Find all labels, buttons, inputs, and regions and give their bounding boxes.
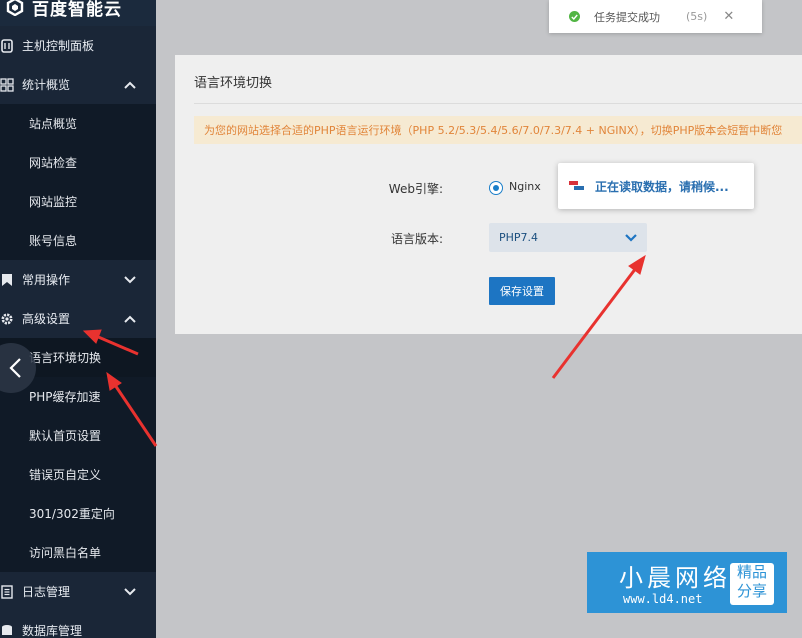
chevron-down-icon — [625, 233, 637, 242]
list-icon — [0, 584, 14, 599]
check-circle-icon — [569, 11, 580, 22]
page-title: 语言环境切换 — [194, 76, 273, 91]
nginx-radio[interactable] — [489, 181, 503, 195]
sidebar-item-common-ops[interactable]: 常用操作 — [0, 260, 156, 299]
watermark-url: www.ld4.net — [623, 592, 703, 606]
sidebar-item-error-page[interactable]: 错误页自定义 — [0, 455, 156, 494]
sidebar-item-access-list[interactable]: 访问黑白名单 — [0, 533, 156, 572]
sidebar-item-site-overview[interactable]: 站点概览 — [0, 104, 156, 143]
watermark: 小晨网络 www.ld4.net 精品 分享 — [587, 552, 787, 613]
sidebar: 百度智能云 主机控制面板 统计概览 站点概览 网站检查 网站监控 账号信息 常用… — [0, 0, 156, 638]
toast-countdown: (5s) — [686, 10, 708, 23]
chevron-down-icon[interactable] — [118, 585, 142, 599]
sidebar-item-site-check[interactable]: 网站检查 — [0, 143, 156, 182]
sidebar-item-label: 数据库管理 — [22, 624, 83, 638]
sidebar-item-label: 日志管理 — [22, 585, 71, 599]
loading-popup: 正在读取数据，请稍候... — [558, 163, 754, 209]
web-engine-label: Web引擎: — [388, 182, 443, 196]
sidebar-item-label: 301/302重定向 — [29, 507, 115, 521]
language-version-value: PHP7.4 — [499, 231, 539, 244]
watermark-tag-line: 分享 — [736, 582, 767, 600]
brand[interactable]: 百度智能云 — [0, 0, 156, 20]
sidebar-item-label: 错误页自定义 — [29, 468, 102, 482]
language-version-select[interactable]: PHP7.4 — [489, 223, 647, 252]
notice-banner: 为您的网站选择合适的PHP语言运行环境（PHP 5.2/5.3/5.4/5.6/… — [194, 116, 802, 144]
close-icon[interactable]: ✕ — [723, 9, 734, 24]
sidebar-item-label: 站点概览 — [29, 117, 78, 131]
sidebar-item-label: PHP缓存加速 — [29, 390, 101, 404]
gear-icon — [0, 312, 14, 326]
bookmark-icon — [0, 273, 14, 287]
brand-name: 百度智能云 — [32, 0, 122, 20]
sidebar-item-label: 统计概览 — [22, 78, 71, 92]
language-version-label: 语言版本: — [390, 232, 443, 246]
save-settings-button[interactable]: 保存设置 — [489, 277, 555, 305]
success-toast: 任务提交成功 (5s) ✕ — [549, 0, 762, 33]
sidebar-item-advanced-settings[interactable]: 高级设置 — [0, 299, 156, 338]
loading-text: 正在读取数据，请稍候... — [595, 179, 729, 194]
chevron-down-icon[interactable] — [118, 273, 142, 287]
database-icon — [0, 624, 14, 638]
sidebar-item-label: 语言环境切换 — [29, 351, 102, 365]
chevron-up-icon[interactable] — [118, 312, 142, 326]
sidebar-item-host-panel[interactable]: 主机控制面板 — [0, 26, 156, 65]
divider — [194, 103, 802, 104]
sidebar-item-label: 主机控制面板 — [22, 39, 95, 53]
watermark-tag-line: 精品 — [736, 563, 767, 581]
sidebar-item-redirect[interactable]: 301/302重定向 — [0, 494, 156, 533]
chevron-left-icon — [9, 358, 21, 378]
baidu-cloud-logo-icon — [6, 0, 24, 17]
sidebar-item-database[interactable]: 数据库管理 — [0, 611, 156, 638]
sidebar-item-default-home[interactable]: 默认首页设置 — [0, 416, 156, 455]
nginx-radio-label[interactable]: Nginx — [509, 180, 541, 193]
server-icon — [0, 38, 14, 53]
sidebar-item-label: 默认首页设置 — [29, 429, 102, 443]
sidebar-item-label: 高级设置 — [22, 312, 71, 326]
sidebar-item-log-management[interactable]: 日志管理 — [0, 572, 156, 611]
grid-icon — [0, 77, 14, 92]
watermark-title: 小晨网络 — [619, 564, 731, 592]
sidebar-item-account-info[interactable]: 账号信息 — [0, 221, 156, 260]
sidebar-item-label: 账号信息 — [29, 234, 78, 248]
sidebar-item-label: 网站检查 — [29, 156, 78, 170]
sidebar-item-label: 网站监控 — [29, 195, 78, 209]
watermark-tag: 精品 分享 — [730, 563, 774, 605]
sidebar-item-label: 访问黑白名单 — [29, 546, 102, 560]
toast-message: 任务提交成功 — [594, 10, 660, 24]
sidebar-item-stats[interactable]: 统计概览 — [0, 65, 156, 104]
sidebar-item-label: 常用操作 — [22, 273, 71, 287]
chevron-up-icon[interactable] — [118, 78, 142, 92]
sidebar-item-site-monitor[interactable]: 网站监控 — [0, 182, 156, 221]
loading-spinner-icon — [569, 180, 585, 192]
